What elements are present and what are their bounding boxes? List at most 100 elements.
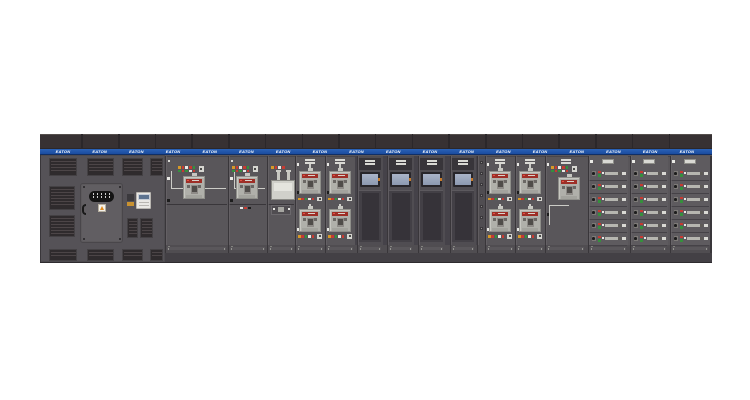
bay-divider-highlight bbox=[631, 156, 632, 245]
pilot-light bbox=[602, 185, 604, 187]
roof-cap-separator bbox=[338, 134, 340, 149]
louver-slat bbox=[51, 195, 74, 196]
document-pocket bbox=[525, 159, 535, 161]
louver-slat bbox=[129, 224, 137, 225]
breaker-trip-window bbox=[567, 187, 572, 193]
pilot-light bbox=[342, 198, 345, 201]
bay-divider-highlight bbox=[166, 156, 167, 245]
connector-pin bbox=[109, 196, 111, 198]
base-trim-strip bbox=[590, 247, 626, 250]
lineup-left-edge bbox=[40, 155, 41, 262]
mcc-row-seam bbox=[589, 245, 627, 246]
page-canvas: EATONEATONEATONEATONEATONEATONEATONEATON… bbox=[0, 0, 750, 400]
pilot-light bbox=[331, 235, 334, 238]
breaker-latch bbox=[198, 185, 201, 188]
pilot-light bbox=[189, 170, 192, 173]
pilot-light bbox=[288, 208, 290, 210]
pilot-light bbox=[640, 171, 643, 174]
louver-slat bbox=[51, 161, 76, 162]
warning-triangle-icon bbox=[100, 206, 104, 210]
pilot-light bbox=[644, 172, 646, 174]
compartment-seam bbox=[229, 204, 266, 205]
connector-pin bbox=[97, 196, 99, 198]
louver-slat bbox=[51, 201, 74, 202]
breaker-status-led bbox=[523, 175, 525, 177]
pilot-light bbox=[532, 198, 535, 201]
pilot-light bbox=[247, 166, 250, 169]
pilot-light bbox=[680, 236, 683, 239]
pilot-light bbox=[502, 198, 505, 201]
breaker-latch bbox=[504, 218, 507, 221]
pilot-light bbox=[555, 170, 558, 173]
louver-slat bbox=[129, 233, 137, 234]
position-indicator bbox=[230, 199, 233, 202]
breaker-lower-strip bbox=[522, 228, 538, 230]
base-trim-strip bbox=[632, 247, 666, 250]
pilot-light bbox=[239, 170, 242, 173]
pilot-light bbox=[684, 224, 686, 226]
pilot-light bbox=[640, 236, 643, 239]
pilot-light bbox=[684, 172, 686, 174]
pilot-light bbox=[331, 198, 334, 201]
pilot-light bbox=[312, 198, 315, 201]
louver-slat bbox=[124, 170, 142, 171]
breaker-trip-window bbox=[338, 181, 343, 187]
base-trim-strip bbox=[452, 247, 474, 250]
breaker-latch bbox=[573, 186, 576, 189]
pilot-light bbox=[528, 198, 531, 201]
base-dot bbox=[410, 248, 412, 250]
bay-divider-highlight bbox=[358, 156, 359, 245]
hinge-latch bbox=[480, 183, 483, 186]
pilot-light bbox=[598, 184, 601, 187]
louver-slat bbox=[51, 227, 74, 228]
pilot-light bbox=[335, 235, 338, 238]
pilot-light bbox=[491, 198, 494, 201]
louver-slat bbox=[51, 230, 74, 231]
base-trim-strip bbox=[167, 247, 226, 250]
selector-switch-knob bbox=[319, 198, 321, 200]
pilot-light bbox=[684, 237, 686, 239]
bay-divider-highlight bbox=[268, 156, 269, 245]
pilot-light bbox=[644, 185, 646, 187]
aux-amber-block bbox=[127, 202, 134, 207]
pilot-light bbox=[602, 224, 604, 226]
louver-slat bbox=[51, 167, 76, 168]
pilot-light bbox=[640, 184, 643, 187]
pilot-light bbox=[243, 166, 246, 169]
bucket-tag bbox=[662, 237, 666, 240]
base-trim-strip bbox=[389, 247, 412, 250]
roof-cap-separator bbox=[155, 134, 157, 149]
louver-slat bbox=[142, 230, 152, 231]
roof-cap-separator bbox=[191, 134, 193, 149]
door-bolt bbox=[119, 238, 121, 240]
mcc-row-seam bbox=[589, 206, 627, 207]
mimic-bus-line bbox=[549, 205, 569, 206]
pilot-light bbox=[232, 170, 235, 173]
document-pocket bbox=[427, 163, 437, 165]
mcc-stop-button bbox=[592, 237, 595, 240]
breaker-trip-window bbox=[308, 181, 313, 187]
bay-divider-highlight bbox=[388, 156, 389, 245]
bay-divider-highlight bbox=[546, 156, 547, 245]
breaker-label-text-blur bbox=[308, 213, 315, 214]
bucket-handle-tip bbox=[658, 224, 661, 227]
base-trim-strip bbox=[327, 247, 353, 250]
pilot-light bbox=[680, 210, 683, 213]
pilot-light bbox=[305, 235, 308, 238]
louver-slat bbox=[129, 230, 137, 231]
pilot-light bbox=[598, 210, 601, 213]
bucket-tag bbox=[662, 224, 666, 227]
mcc-row-seam bbox=[671, 180, 709, 181]
louver-slat bbox=[51, 198, 74, 199]
base-dot bbox=[472, 248, 474, 250]
pilot-light bbox=[521, 198, 524, 201]
bucket-handle-tip bbox=[658, 211, 661, 214]
mcc-stop-button bbox=[674, 224, 677, 227]
pilot-light bbox=[301, 198, 304, 201]
pilot-light bbox=[680, 171, 683, 174]
switchgear-lineup: EATONEATONEATONEATONEATONEATONEATONEATON… bbox=[40, 133, 712, 263]
bucket-tag bbox=[622, 172, 626, 175]
louver-slat bbox=[51, 204, 74, 205]
bucket-handle bbox=[605, 198, 619, 201]
roof-cap-separator bbox=[669, 134, 671, 149]
